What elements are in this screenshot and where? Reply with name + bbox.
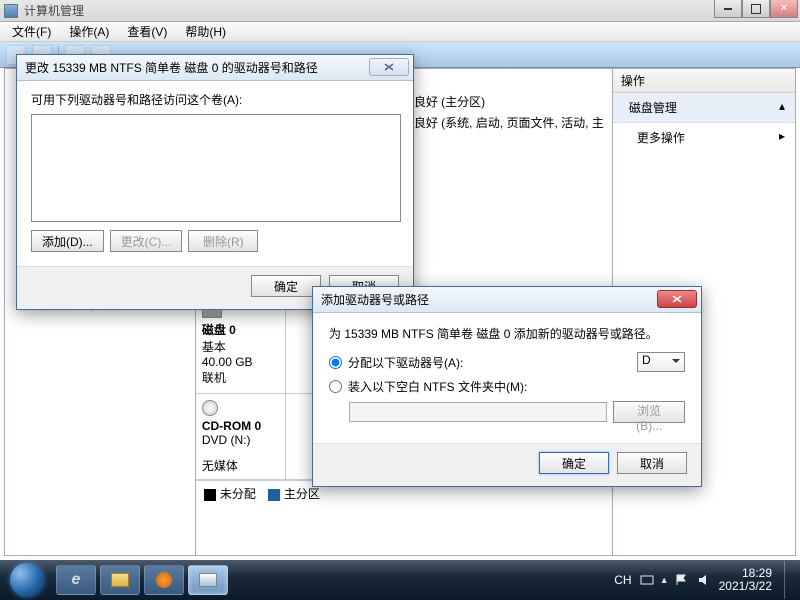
browse-button: 浏览(B)... bbox=[613, 401, 685, 423]
titlebar[interactable]: 计算机管理 bbox=[0, 0, 800, 22]
dialog2-description: 为 15339 MB NTFS 简单卷 磁盘 0 添加新的驱动器号或路径。 bbox=[329, 325, 685, 342]
clock-date: 2021/3/22 bbox=[719, 580, 772, 593]
mount-path-input bbox=[349, 402, 607, 422]
drive-paths-listbox[interactable] bbox=[31, 114, 401, 222]
dialog2-titlebar[interactable]: 添加驱动器号或路径 bbox=[313, 287, 701, 313]
dialog2-title: 添加驱动器号或路径 bbox=[321, 291, 429, 308]
taskbar-media-player-icon[interactable] bbox=[144, 565, 184, 595]
dialog2-ok-button[interactable]: 确定 bbox=[539, 452, 609, 474]
dialog1-label: 可用下列驱动器号和路径访问这个卷(A): bbox=[31, 91, 399, 108]
tray-flag-icon[interactable] bbox=[675, 573, 689, 587]
legend-unallocated: 未分配 bbox=[204, 485, 256, 502]
drive-letter-select[interactable]: D bbox=[637, 352, 685, 372]
dialog2-close-button[interactable] bbox=[657, 290, 697, 308]
cdrom-name: CD-ROM 0 bbox=[202, 419, 279, 433]
dialog1-close-button[interactable] bbox=[369, 58, 409, 76]
taskbar[interactable]: e CH ▴ 18:29 2021/3/22 bbox=[0, 560, 800, 600]
window-title: 计算机管理 bbox=[24, 2, 84, 19]
disk-0-info: 磁盘 0 基本 40.00 GB 联机 bbox=[196, 298, 286, 393]
tray-volume-icon[interactable] bbox=[697, 573, 711, 587]
cdrom-status: 无媒体 bbox=[202, 457, 279, 474]
menu-file[interactable]: 文件(F) bbox=[4, 21, 59, 42]
chevron-right-icon: ▸ bbox=[779, 129, 785, 143]
system-tray[interactable]: CH ▴ 18:29 2021/3/22 bbox=[608, 561, 800, 599]
action-disk-mgmt[interactable]: 磁盘管理▴ bbox=[613, 93, 795, 123]
cdrom-info: CD-ROM 0 DVD (N:) 无媒体 bbox=[196, 394, 286, 479]
volume-row[interactable]: 良好 (系统, 启动, 页面文件, 活动, 主 bbox=[410, 112, 608, 133]
assign-letter-radio[interactable] bbox=[329, 356, 342, 369]
start-button[interactable] bbox=[0, 560, 54, 600]
dialog1-ok-button[interactable]: 确定 bbox=[251, 275, 321, 297]
remove-button: 删除(R) bbox=[188, 230, 258, 252]
app-icon bbox=[4, 4, 18, 18]
disk-0-status: 联机 bbox=[202, 369, 279, 386]
taskbar-explorer-icon[interactable] bbox=[100, 565, 140, 595]
cdrom-type: DVD (N:) bbox=[202, 433, 279, 447]
dialog1-title: 更改 15339 MB NTFS 简单卷 磁盘 0 的驱动器号和路径 bbox=[25, 59, 318, 76]
disk-0-type: 基本 bbox=[202, 338, 279, 355]
dialog2-cancel-button[interactable]: 取消 bbox=[617, 452, 687, 474]
mount-folder-label[interactable]: 装入以下空白 NTFS 文件夹中(M): bbox=[348, 378, 685, 395]
taskbar-computer-mgmt[interactable] bbox=[188, 565, 228, 595]
minimize-button[interactable] bbox=[714, 0, 742, 18]
show-desktop-button[interactable] bbox=[784, 561, 794, 599]
tray-chevron-icon[interactable]: ▴ bbox=[662, 575, 667, 586]
close-button[interactable] bbox=[770, 0, 798, 18]
menu-view[interactable]: 查看(V) bbox=[119, 21, 175, 42]
add-button[interactable]: 添加(D)... bbox=[31, 230, 104, 252]
maximize-button[interactable] bbox=[742, 0, 770, 18]
legend-primary: 主分区 bbox=[268, 485, 320, 502]
dialog1-titlebar[interactable]: 更改 15339 MB NTFS 简单卷 磁盘 0 的驱动器号和路径 bbox=[17, 55, 413, 81]
windows-logo-icon bbox=[10, 563, 44, 597]
menu-bar: 文件(F) 操作(A) 查看(V) 帮助(H) bbox=[0, 22, 800, 42]
taskbar-ie-icon[interactable]: e bbox=[56, 565, 96, 595]
menu-action[interactable]: 操作(A) bbox=[61, 21, 117, 42]
add-drive-letter-dialog: 添加驱动器号或路径 为 15339 MB NTFS 简单卷 磁盘 0 添加新的驱… bbox=[312, 286, 702, 487]
menu-help[interactable]: 帮助(H) bbox=[177, 21, 234, 42]
tray-input-icon[interactable] bbox=[640, 573, 654, 587]
actions-head: 操作 bbox=[613, 69, 795, 93]
collapse-icon: ▴ bbox=[779, 99, 785, 113]
disk-0-name: 磁盘 0 bbox=[202, 321, 279, 338]
volume-row[interactable]: 良好 (主分区) bbox=[410, 91, 608, 112]
cdrom-icon bbox=[202, 400, 218, 416]
mount-folder-radio[interactable] bbox=[329, 380, 342, 393]
action-more[interactable]: 更多操作▸ bbox=[613, 123, 795, 152]
assign-letter-label[interactable]: 分配以下驱动器号(A): bbox=[348, 354, 637, 371]
change-button: 更改(C)... bbox=[110, 230, 183, 252]
clock[interactable]: 18:29 2021/3/22 bbox=[719, 567, 772, 593]
ime-indicator[interactable]: CH bbox=[614, 573, 631, 587]
change-drive-letter-dialog: 更改 15339 MB NTFS 简单卷 磁盘 0 的驱动器号和路径 可用下列驱… bbox=[16, 54, 414, 310]
disk-0-size: 40.00 GB bbox=[202, 355, 279, 369]
